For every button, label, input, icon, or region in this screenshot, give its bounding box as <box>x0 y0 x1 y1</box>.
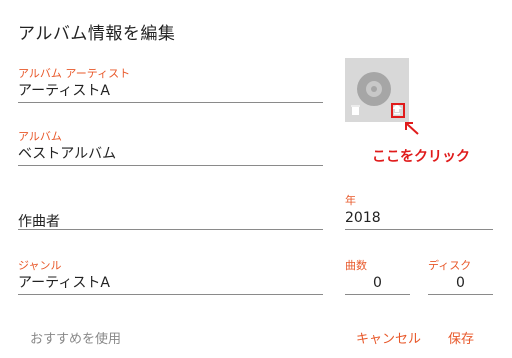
album-artist-field[interactable]: アーティストA <box>18 83 110 100</box>
genre-label: ジャンル <box>18 259 62 272</box>
composer-underline <box>18 229 323 230</box>
album-underline <box>18 165 323 166</box>
album-field[interactable]: ベストアルバム <box>18 146 116 163</box>
album-artist-underline <box>18 102 323 103</box>
save-button[interactable]: 保存 <box>448 328 474 347</box>
cancel-button[interactable]: キャンセル <box>356 328 421 347</box>
arrow-icon <box>405 122 419 135</box>
track-count-underline <box>345 294 410 295</box>
use-suggestions-button[interactable]: おすすめを使用 <box>30 328 121 347</box>
highlight-box <box>391 103 405 118</box>
album-artist-label: アルバム アーティスト <box>18 67 131 80</box>
year-underline <box>345 229 493 230</box>
disc-field[interactable]: 0 <box>428 275 493 291</box>
genre-underline <box>18 294 323 295</box>
trash-icon[interactable] <box>351 105 360 115</box>
dialog-title: アルバム情報を編集 <box>18 24 176 44</box>
genre-field[interactable]: アーティストA <box>18 275 110 292</box>
year-label: 年 <box>345 194 356 207</box>
composer-field[interactable]: 作曲者 <box>18 211 60 231</box>
year-field[interactable]: 2018 <box>345 210 381 227</box>
album-label: アルバム <box>18 130 62 143</box>
disc-icon <box>357 72 391 106</box>
track-count-label: 曲数 <box>345 259 367 272</box>
disc-underline <box>428 294 493 295</box>
disc-label: ディスク <box>428 259 472 272</box>
track-count-field[interactable]: 0 <box>345 275 410 291</box>
click-here-annotation: ここをクリック <box>372 149 470 165</box>
